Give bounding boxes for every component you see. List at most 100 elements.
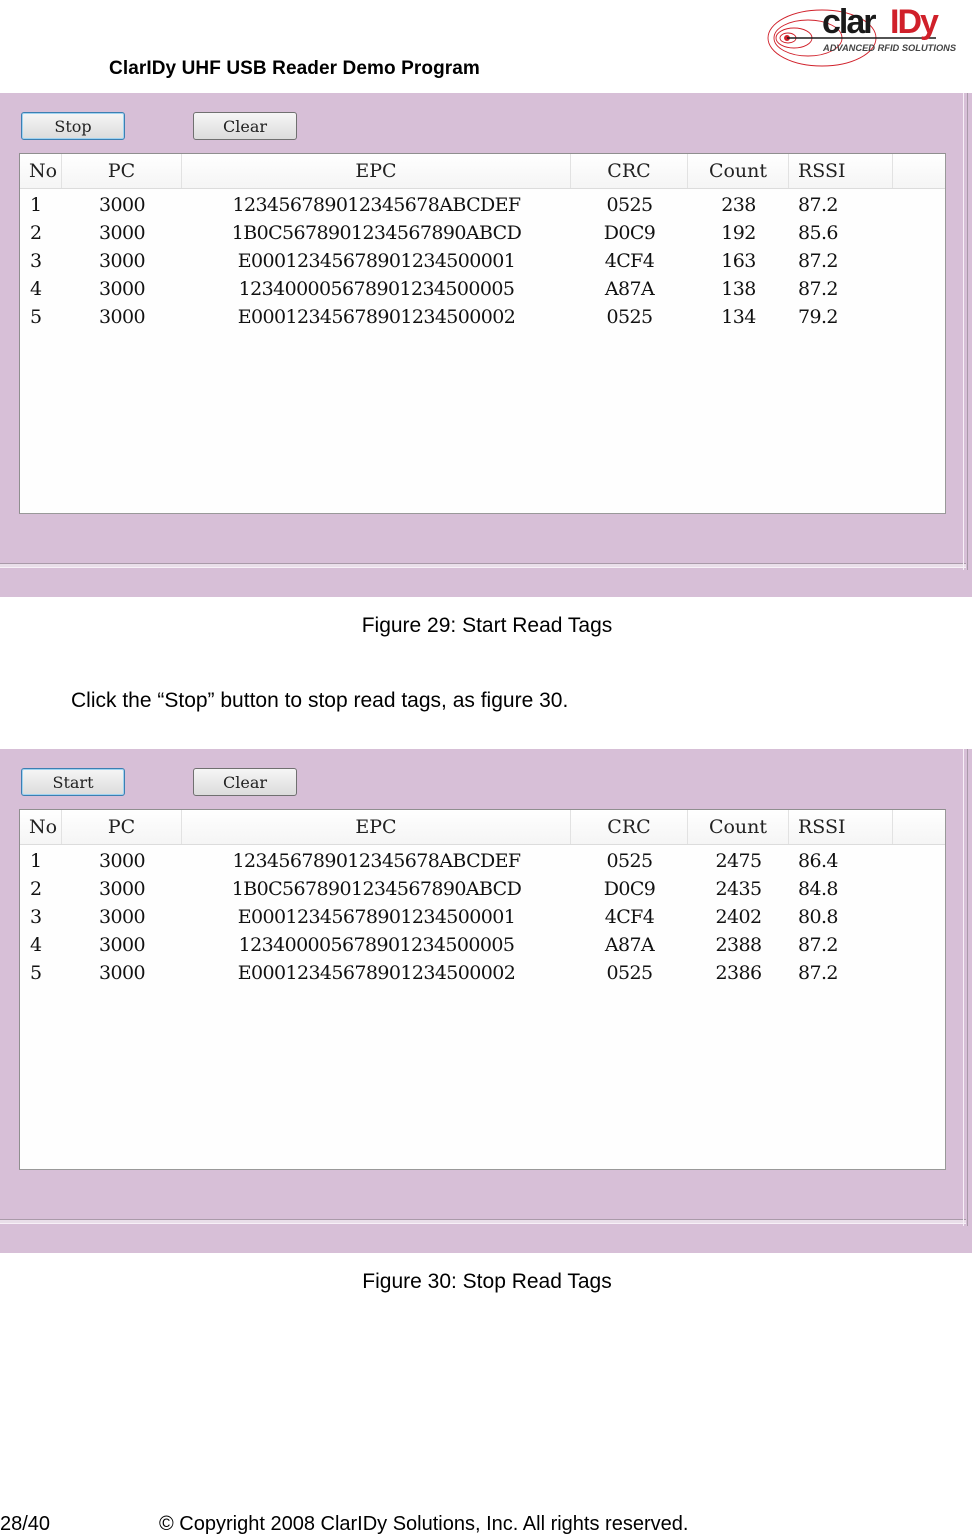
table-row[interactable]: 4 3000 123400005678901234500005 A87A 238… — [20, 931, 945, 959]
cell-pc: 3000 — [99, 878, 146, 900]
cell-crc: D0C9 — [603, 878, 656, 900]
column-header-pc[interactable]: PC — [62, 810, 182, 844]
cell-count: 134 — [721, 306, 756, 328]
window-divider — [0, 563, 966, 568]
cell-count: 2386 — [715, 962, 763, 984]
logo-tagline: ADVANCED RFID SOLUTIONS — [822, 43, 957, 53]
cell-epc: 123456789012345678ABCDEF — [232, 194, 521, 216]
cell-epc: 1B0C5678901234567890ABCD — [231, 222, 522, 244]
figure-30-caption: Figure 30: Stop Read Tags — [362, 1270, 612, 1293]
clear-button[interactable]: Clear — [193, 112, 297, 140]
cell-rssi: 84.8 — [798, 878, 839, 900]
start-button[interactable]: Start — [21, 768, 125, 796]
table-row[interactable]: 2 3000 1B0C5678901234567890ABCD D0C9 192… — [20, 219, 945, 247]
table-row[interactable]: 5 3000 E00012345678901234500002 0525 134… — [20, 303, 945, 331]
cell-rssi: 87.2 — [798, 250, 839, 272]
cell-count: 2475 — [715, 850, 763, 872]
cell-rssi: 87.2 — [798, 278, 839, 300]
cell-count: 2435 — [715, 878, 763, 900]
table-row[interactable]: 2 3000 1B0C5678901234567890ABCD D0C9 243… — [20, 875, 945, 903]
cell-epc: E00012345678901234500002 — [237, 306, 516, 328]
cell-pc: 3000 — [99, 306, 146, 328]
claridy-logo: clar IDy ADVANCED RFID SOLUTIONS — [767, 3, 957, 67]
cell-epc: E00012345678901234500002 — [237, 962, 516, 984]
column-header-rssi[interactable]: RSSI — [789, 154, 893, 188]
tag-list-table[interactable]: No PC EPC CRC Count RSSI 1 3000 12345678… — [19, 153, 946, 514]
cell-crc: 0525 — [606, 306, 654, 328]
cell-epc: 1B0C5678901234567890ABCD — [231, 878, 522, 900]
logo-brand-left: clar — [822, 3, 876, 41]
cell-rssi: 87.2 — [798, 962, 839, 984]
cell-epc: 123400005678901234500005 — [238, 934, 515, 956]
cell-crc: D0C9 — [603, 222, 656, 244]
table-row[interactable]: 3 3000 E00012345678901234500001 4CF4 240… — [20, 903, 945, 931]
cell-crc: A87A — [604, 278, 655, 300]
cell-epc: 123456789012345678ABCDEF — [232, 850, 521, 872]
cell-rssi: 87.2 — [798, 934, 839, 956]
cell-pc: 3000 — [99, 194, 146, 216]
cell-count: 192 — [721, 222, 756, 244]
column-header-filler — [893, 154, 945, 188]
document-header-title: ClarIDy UHF USB Reader Demo Program — [109, 58, 480, 79]
column-header-filler — [893, 810, 945, 844]
window-divider — [0, 1219, 966, 1224]
cell-no: 2 — [30, 878, 42, 900]
column-header-no[interactable]: No — [20, 810, 62, 844]
window-edge — [963, 93, 968, 570]
figure-29-screenshot: Stop Clear No PC EPC CRC Count RSSI 1 30… — [0, 93, 972, 597]
column-header-pc[interactable]: PC — [62, 154, 182, 188]
cell-count: 138 — [721, 278, 756, 300]
cell-rssi: 87.2 — [798, 194, 839, 216]
cell-crc: 4CF4 — [604, 250, 655, 272]
table-row[interactable]: 4 3000 123400005678901234500005 A87A 138… — [20, 275, 945, 303]
cell-no: 4 — [30, 278, 42, 300]
cell-pc: 3000 — [99, 962, 146, 984]
cell-epc: E00012345678901234500001 — [237, 906, 516, 928]
cell-rssi: 80.8 — [798, 906, 839, 928]
table-body: 1 3000 123456789012345678ABCDEF 0525 247… — [20, 847, 945, 987]
column-header-no[interactable]: No — [20, 154, 62, 188]
cell-pc: 3000 — [99, 222, 146, 244]
table-row[interactable]: 1 3000 123456789012345678ABCDEF 0525 238… — [20, 191, 945, 219]
cell-no: 1 — [30, 194, 42, 216]
table-row[interactable]: 3 3000 E00012345678901234500001 4CF4 163… — [20, 247, 945, 275]
cell-crc: A87A — [604, 934, 655, 956]
cell-no: 5 — [30, 962, 42, 984]
column-header-count[interactable]: Count — [688, 810, 789, 844]
logo-brand-right: IDy — [890, 3, 939, 41]
column-header-epc[interactable]: EPC — [182, 810, 571, 844]
copyright-notice: © Copyright 2008 ClarIDy Solutions, Inc.… — [159, 1513, 689, 1535]
cell-no: 1 — [30, 850, 42, 872]
cell-no: 4 — [30, 934, 42, 956]
cell-no: 2 — [30, 222, 42, 244]
cell-count: 163 — [721, 250, 756, 272]
cell-pc: 3000 — [99, 906, 146, 928]
cell-rssi: 85.6 — [798, 222, 839, 244]
column-header-rssi[interactable]: RSSI — [789, 810, 893, 844]
table-row[interactable]: 1 3000 123456789012345678ABCDEF 0525 247… — [20, 847, 945, 875]
cell-pc: 3000 — [99, 934, 146, 956]
table-body: 1 3000 123456789012345678ABCDEF 0525 238… — [20, 191, 945, 331]
column-header-count[interactable]: Count — [688, 154, 789, 188]
window-edge — [963, 749, 968, 1226]
cell-crc: 0525 — [606, 962, 654, 984]
cell-rssi: 79.2 — [798, 306, 839, 328]
column-header-epc[interactable]: EPC — [182, 154, 571, 188]
table-row[interactable]: 5 3000 E00012345678901234500002 0525 238… — [20, 959, 945, 987]
figure-29-caption: Figure 29: Start Read Tags — [361, 614, 613, 637]
column-header-crc[interactable]: CRC — [571, 154, 688, 188]
cell-crc: 0525 — [606, 850, 654, 872]
tag-list-table[interactable]: No PC EPC CRC Count RSSI 1 3000 12345678… — [19, 809, 946, 1170]
cell-epc: E00012345678901234500001 — [237, 250, 516, 272]
cell-crc: 0525 — [606, 194, 654, 216]
page-number: 28/40 — [0, 1513, 51, 1535]
table-header: No PC EPC CRC Count RSSI — [20, 154, 945, 189]
column-header-crc[interactable]: CRC — [571, 810, 688, 844]
instruction-text: Click the “Stop” button to stop read tag… — [71, 689, 569, 712]
table-header: No PC EPC CRC Count RSSI — [20, 810, 945, 845]
cell-pc: 3000 — [99, 250, 146, 272]
stop-button[interactable]: Stop — [21, 112, 125, 140]
cell-no: 5 — [30, 306, 42, 328]
clear-button[interactable]: Clear — [193, 768, 297, 796]
cell-rssi: 86.4 — [798, 850, 839, 872]
